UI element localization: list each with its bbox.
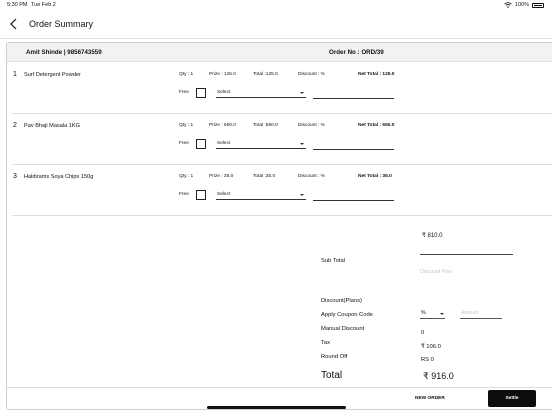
- item-amount-input[interactable]: [313, 98, 394, 99]
- caret-down-icon: [300, 194, 304, 196]
- select-value: Select: [217, 141, 231, 146]
- sub-total-divider: [420, 254, 513, 255]
- coupon-label: Apply Coupon Code: [321, 312, 373, 318]
- order-summary-section: ₹ 810.0 Sub Total Discount Plan Discount…: [7, 213, 552, 409]
- order-panel: Amit Shinde | 9856743559 Order No : ORD/…: [6, 42, 552, 410]
- discount-plan-select[interactable]: Discount Plan: [420, 269, 452, 275]
- chevron-left-icon[interactable]: [8, 17, 20, 31]
- item-discount: Discount : %: [298, 123, 325, 128]
- item-select-dropdown[interactable]: Select: [216, 88, 306, 98]
- status-right: 100%: [504, 2, 544, 8]
- item-prize: Prize : 650.0: [209, 123, 236, 128]
- status-date: Tue Feb 2: [31, 2, 56, 8]
- order-item-row: 2 Pav Bhaji Masala 1KG Qty : 1 Prize : 6…: [7, 114, 552, 165]
- order-item-row: 3 Haldirams Soya Chips 150g Qty : 1 Priz…: [7, 165, 552, 216]
- page-title: Order Summary: [29, 19, 94, 29]
- item-net-total: Net Total : 35.0: [358, 174, 392, 179]
- free-checkbox[interactable]: [196, 190, 206, 200]
- item-name: Pav Bhaji Masala 1KG: [24, 123, 80, 129]
- item-total: Total :125.0: [253, 72, 278, 77]
- new-order-button[interactable]: NEW ORDER: [415, 396, 445, 401]
- item-total: Total :35.0: [253, 174, 276, 179]
- free-label: Free: [179, 192, 189, 197]
- status-bar: 5:30 PM Tue Feb 2 100%: [0, 0, 552, 12]
- home-indicator[interactable]: [207, 406, 346, 409]
- free-label: Free: [179, 90, 189, 95]
- wifi-icon: [504, 2, 512, 8]
- caret-down-icon: [300, 92, 304, 94]
- coupon-amount-input[interactable]: Amount: [460, 309, 502, 319]
- free-checkbox[interactable]: [196, 88, 206, 98]
- item-name: Haldirams Soya Chips 150g: [24, 174, 94, 180]
- item-qty: Qty : 1: [179, 174, 194, 179]
- battery-percent: 100%: [514, 2, 529, 8]
- manual-discount-label: Manual Discount: [321, 326, 365, 332]
- coupon-type-select[interactable]: %: [420, 309, 445, 319]
- round-off-label: Round Off: [321, 354, 348, 360]
- free-checkbox[interactable]: [196, 139, 206, 149]
- item-name: Surf Detergent Powder: [24, 72, 81, 78]
- sub-total-value: ₹ 810.0: [422, 233, 443, 239]
- order-item-row: 1 Surf Detergent Powder Qty : 1 Prize : …: [7, 63, 552, 114]
- tax-value: ₹ 106.0: [421, 344, 441, 350]
- item-number: 1: [13, 71, 17, 78]
- item-amount-input[interactable]: [313, 149, 394, 150]
- total-label: Total: [321, 370, 343, 381]
- item-discount: Discount : %: [298, 72, 325, 77]
- item-number: 3: [13, 173, 17, 180]
- order-number: Order No : ORD/39: [329, 49, 384, 56]
- total-value: ₹ 916.0: [423, 371, 454, 381]
- item-select-dropdown[interactable]: Select: [216, 139, 306, 149]
- item-net-total: Net Total : 650.0: [358, 123, 395, 128]
- settle-button[interactable]: Settle: [488, 390, 536, 407]
- customer-info: Amit Shinde | 9856743559: [26, 49, 102, 56]
- item-discount: Discount : %: [298, 174, 325, 179]
- nav-divider: [0, 38, 552, 39]
- caret-down-icon: [440, 313, 444, 315]
- item-amount-input[interactable]: [313, 200, 394, 201]
- round-off-value: RS 0: [421, 357, 434, 363]
- coupon-type-value: %: [421, 310, 426, 316]
- item-net-total: Net Total : 125.0: [358, 72, 395, 77]
- item-select-dropdown[interactable]: Select: [216, 190, 306, 200]
- item-total: Total :650.0: [253, 123, 278, 128]
- select-value: Select: [217, 90, 231, 95]
- caret-down-icon: [300, 143, 304, 145]
- item-prize: Prize : 35.0: [209, 174, 234, 179]
- item-qty: Qty : 1: [179, 123, 194, 128]
- select-value: Select: [217, 192, 231, 197]
- discount-plans-label: Discount(Plans): [321, 298, 362, 304]
- order-header: Amit Shinde | 9856743559 Order No : ORD/…: [7, 43, 552, 62]
- free-label: Free: [179, 141, 189, 146]
- manual-discount-value[interactable]: 0: [421, 330, 424, 336]
- sub-total-label: Sub Total: [321, 258, 346, 264]
- tax-label: Tax: [321, 340, 331, 346]
- nav-bar: Order Summary: [0, 12, 552, 38]
- item-number: 2: [13, 122, 17, 129]
- item-prize: Prize : 125.0: [209, 72, 236, 77]
- battery-icon: [532, 2, 544, 8]
- item-qty: Qty : 1: [179, 72, 194, 77]
- status-time: 5:30 PM: [7, 2, 28, 8]
